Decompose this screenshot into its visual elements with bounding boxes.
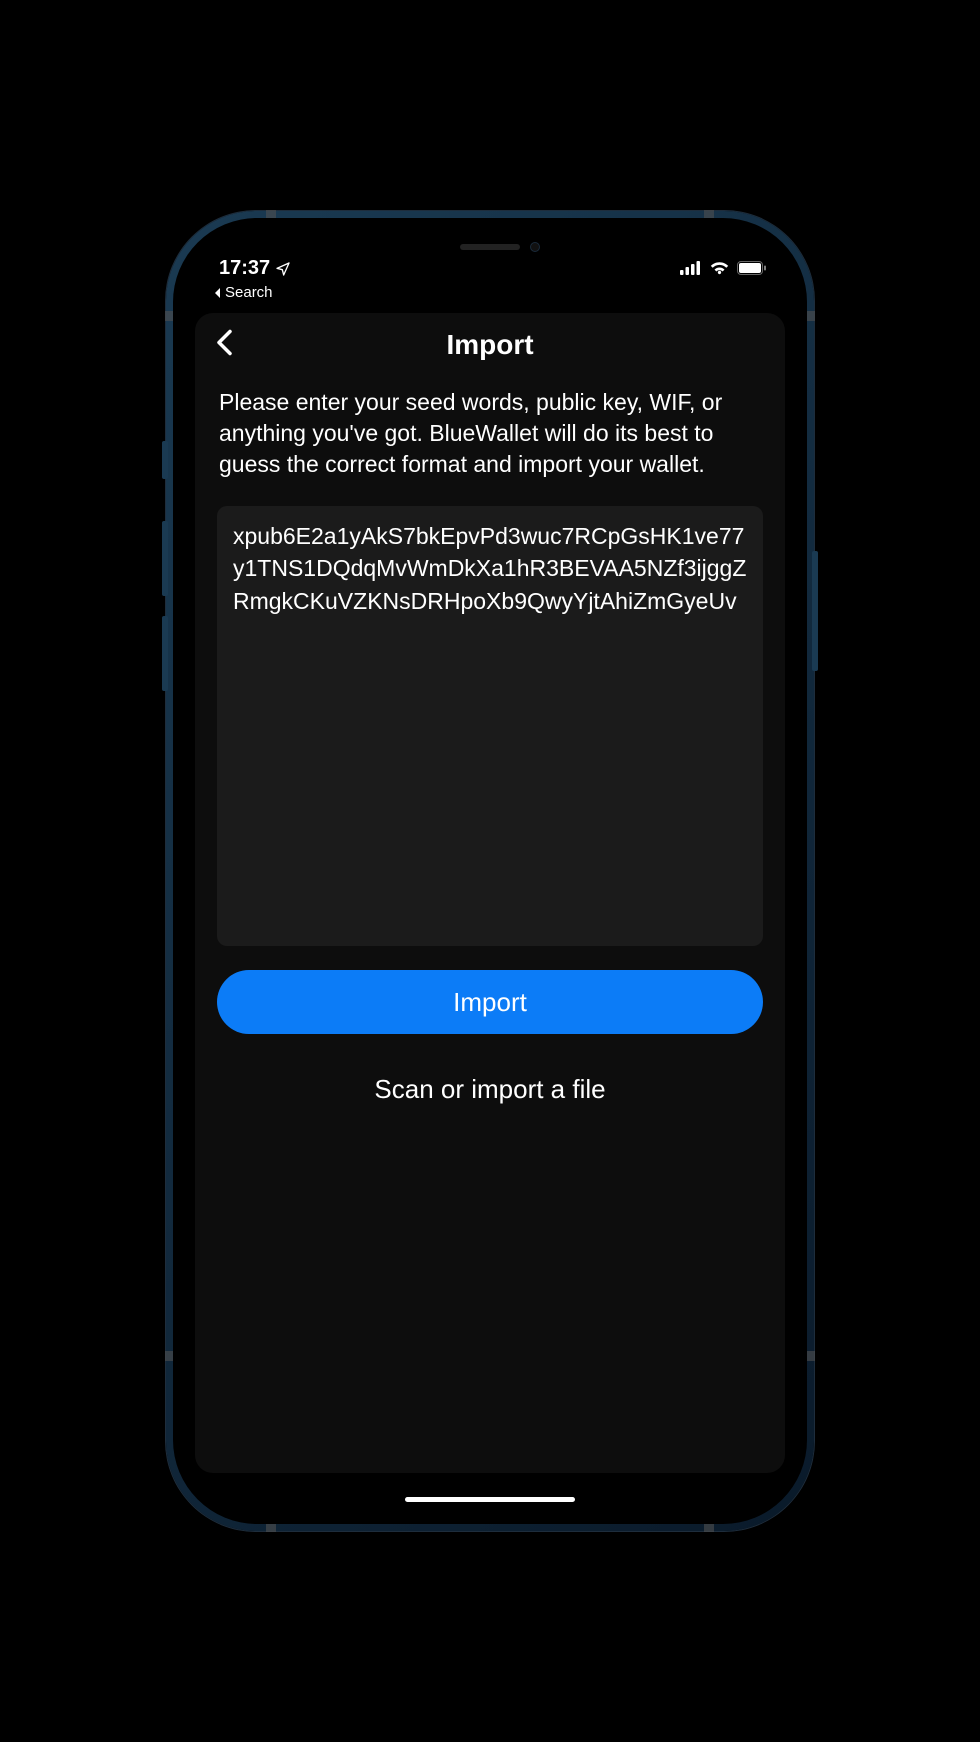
antenna-band: [266, 1524, 276, 1532]
back-button[interactable]: [209, 323, 239, 368]
phone-device-frame: 17:37: [166, 211, 814, 1531]
speaker-grille: [460, 244, 520, 250]
modal-header: Import: [195, 313, 785, 377]
cellular-signal-icon: [680, 261, 702, 280]
home-indicator[interactable]: [405, 1497, 575, 1502]
front-camera: [530, 242, 540, 252]
import-key-input[interactable]: xpub6E2a1yAkS7bkEpvPd3wuc7RCpGsHK1ve77y1…: [217, 506, 763, 946]
instructions-text: Please enter your seed words, public key…: [195, 377, 785, 500]
location-icon: [275, 261, 291, 277]
power-button: [812, 551, 818, 671]
status-time: 17:37: [219, 257, 270, 280]
mute-switch: [162, 441, 168, 479]
antenna-band: [165, 311, 173, 321]
antenna-band: [704, 1524, 714, 1532]
battery-icon: [737, 261, 767, 280]
wifi-icon: [709, 260, 730, 280]
antenna-band: [807, 1351, 815, 1361]
scan-or-import-file-link[interactable]: Scan or import a file: [195, 1074, 785, 1105]
import-modal: Import Please enter your seed words, pub…: [195, 313, 785, 1473]
back-to-app-breadcrumb[interactable]: Search: [185, 282, 795, 307]
caret-left-icon: [213, 287, 223, 299]
modal-title: Import: [195, 329, 785, 361]
volume-up-button: [162, 521, 168, 596]
antenna-band: [807, 311, 815, 321]
volume-down-button: [162, 616, 168, 691]
import-button[interactable]: Import: [217, 970, 763, 1034]
device-notch: [385, 230, 595, 264]
chevron-left-icon: [215, 329, 233, 357]
antenna-band: [704, 210, 714, 218]
antenna-band: [266, 210, 276, 218]
breadcrumb-label: Search: [225, 284, 273, 301]
phone-screen: 17:37: [185, 230, 795, 1512]
antenna-band: [165, 1351, 173, 1361]
